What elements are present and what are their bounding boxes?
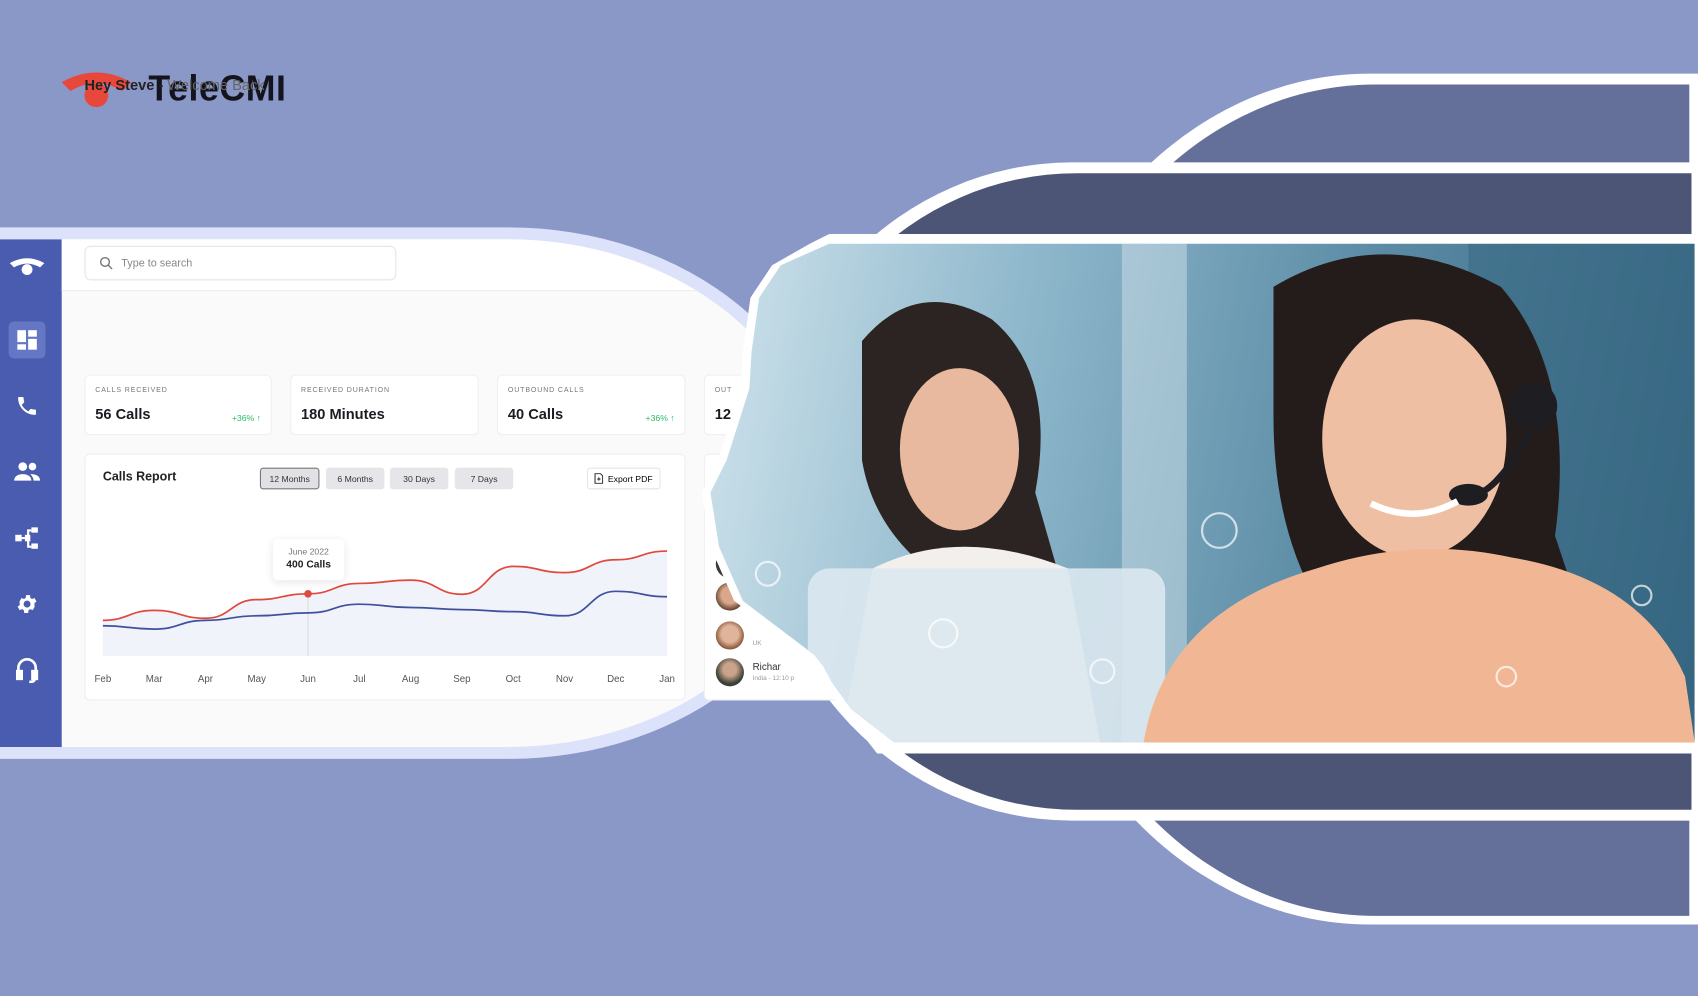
stat-card-calls-received: CALLS RECEIVED 56 Calls +36% ↑ (84, 374, 272, 436)
sidebar-item-dashboard[interactable] (8, 321, 46, 359)
highlight-point (304, 590, 312, 598)
search-input[interactable]: Type to search (84, 245, 397, 281)
stat-change: +36% ↑ (231, 413, 261, 424)
x-tick-label: Jun (300, 674, 316, 685)
sidebar-logo[interactable] (9, 248, 46, 285)
avatar[interactable] (715, 658, 744, 687)
stat-value: 12 (714, 405, 731, 423)
dashboard-icon (17, 330, 37, 350)
stat-label: RECEIVED DURATION (301, 386, 390, 395)
stat-label: OUT (714, 386, 733, 395)
stat-value: 40 Calls (507, 405, 564, 423)
greeting-message: Welcome Back (167, 76, 265, 94)
stat-change: +36% ↑ (645, 413, 675, 424)
x-tick-label: Dec (607, 674, 624, 685)
contact-meta: UK (752, 640, 762, 648)
phone-icon (18, 397, 37, 415)
x-tick-label: Jul (353, 674, 365, 685)
sidebar-item-contacts[interactable] (9, 454, 46, 491)
headset-icon (15, 657, 39, 684)
tooltip-value: 400 Calls (286, 558, 331, 571)
x-tick-label: Aug (402, 674, 419, 685)
x-tick-label: Mar (146, 674, 164, 685)
x-tick-label: Feb (94, 674, 111, 685)
sidebar-item-support[interactable] (9, 652, 46, 689)
x-tick-label: Apr (198, 674, 214, 685)
x-tick-label: May (248, 674, 267, 685)
stat-value: 180 Minutes (301, 405, 385, 423)
contact-name[interactable]: Richar (753, 661, 781, 672)
call-center-agents-photo (710, 243, 1695, 743)
avatar (715, 621, 744, 650)
flow-icon (15, 527, 38, 549)
sidebar-item-flows[interactable] (9, 520, 46, 557)
gear-icon (17, 595, 37, 614)
telecmi-logo-icon (9, 258, 45, 275)
sidebar-item-calls[interactable] (9, 388, 46, 425)
agents-illustration (754, 243, 1695, 743)
x-tick-label: Jan (659, 674, 675, 685)
search-icon (100, 256, 113, 270)
x-tick-label: Oct (506, 674, 521, 685)
stat-label: CALLS RECEIVED (95, 386, 168, 395)
users-icon (14, 462, 41, 481)
tooltip-date: June 2022 (288, 546, 329, 557)
sidebar-item-settings[interactable] (9, 586, 46, 623)
chart-area (102, 551, 668, 657)
search-placeholder: Type to search (121, 257, 193, 270)
stat-value: 56 Calls (95, 405, 151, 423)
calls-report-card: Calls Report 12 Months 6 Months 30 Days … (84, 453, 686, 701)
top-bar: Type to search (61, 239, 821, 292)
x-tick-label: Nov (556, 674, 573, 685)
stat-card-outbound-calls: OUTBOUND CALLS 40 Calls +36% ↑ (497, 374, 686, 436)
calls-line-chart: Feb Mar Apr May Jun Jul Aug Sep Oct Nov Dec Jan (94, 550, 675, 685)
stat-card-received-duration: RECEIVED DURATION 180 Minutes (290, 374, 479, 436)
sidebar (0, 239, 62, 747)
stat-label: OUTBOUND CALLS (507, 386, 585, 395)
greeting: Hey Steve - Welcome Back (84, 77, 264, 93)
x-tick-label: Sep (453, 674, 470, 685)
greeting-name: Hey Steve - (84, 76, 164, 94)
chart-tooltip: June 2022 400 Calls (272, 539, 345, 581)
contact-meta: India - 12:10 p (752, 675, 795, 683)
